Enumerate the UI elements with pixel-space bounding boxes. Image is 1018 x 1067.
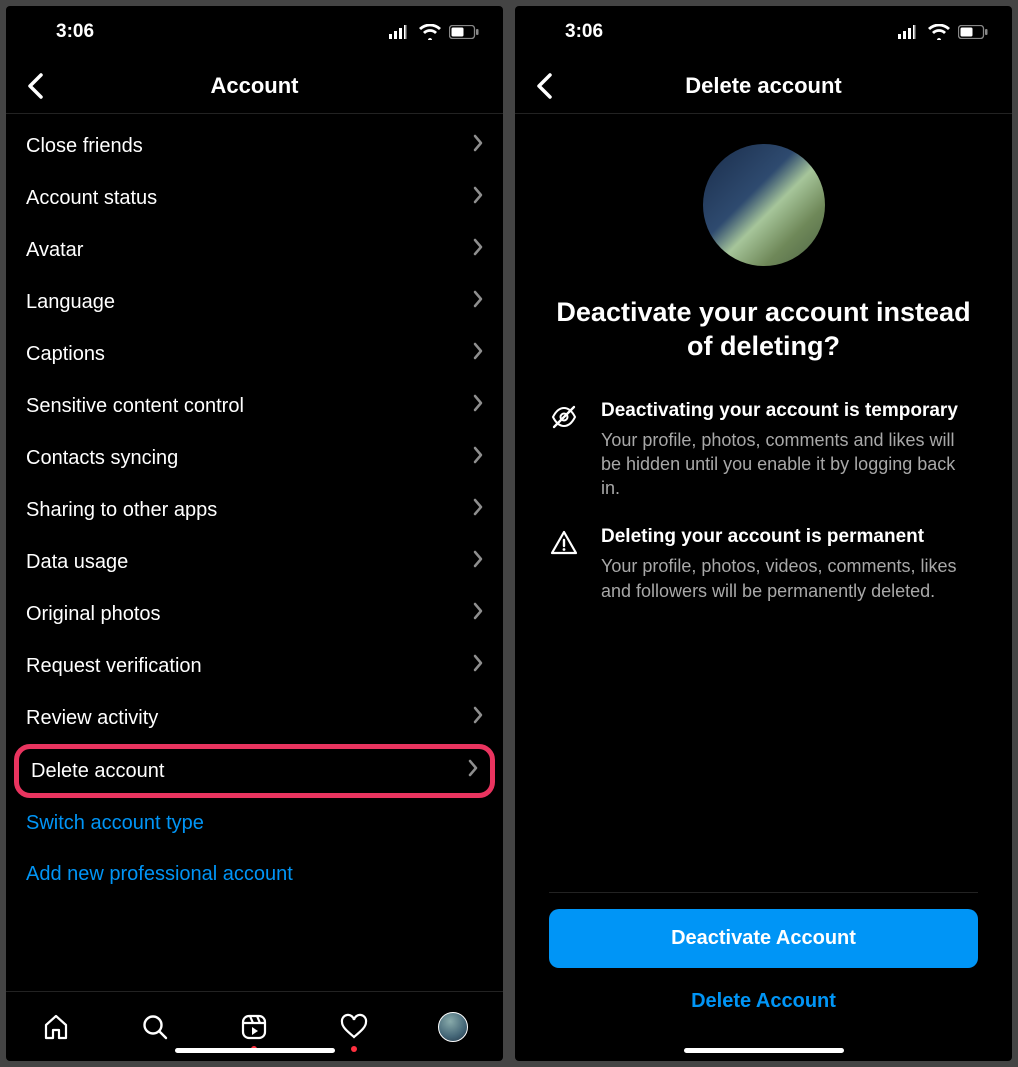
row-sharing-apps[interactable]: Sharing to other apps: [6, 484, 503, 536]
chevron-left-icon: [536, 73, 552, 99]
chevron-right-icon: [473, 238, 483, 262]
profile-avatar: [703, 144, 825, 266]
row-avatar[interactable]: Avatar: [6, 224, 503, 276]
chevron-right-icon: [473, 498, 483, 522]
settings-list[interactable]: Close friends Account status Avatar Lang…: [6, 114, 503, 991]
delete-account-button[interactable]: Delete Account: [549, 990, 978, 1013]
chevron-right-icon: [473, 654, 483, 678]
chevron-right-icon: [473, 602, 483, 626]
row-data-usage[interactable]: Data usage: [6, 536, 503, 588]
home-indicator[interactable]: [684, 1048, 844, 1053]
home-indicator[interactable]: [175, 1048, 335, 1053]
chevron-right-icon: [473, 342, 483, 366]
row-label: Language: [26, 291, 115, 314]
signal-icon: [389, 25, 411, 39]
page-title: Delete account: [685, 73, 842, 99]
info-desc: Your profile, photos, comments and likes…: [601, 428, 978, 501]
highlight-annotation: Delete account: [14, 744, 495, 798]
row-contacts-syncing[interactable]: Contacts syncing: [6, 432, 503, 484]
wifi-icon: [419, 24, 441, 40]
link-add-professional-account[interactable]: Add new professional account: [6, 849, 503, 900]
row-label: Close friends: [26, 135, 143, 158]
tab-home[interactable]: [35, 1006, 77, 1048]
deactivate-account-button[interactable]: Deactivate Account: [549, 909, 978, 968]
row-language[interactable]: Language: [6, 276, 503, 328]
info-text: Deleting your account is permanent Your …: [601, 526, 978, 603]
info-row-delete: Deleting your account is permanent Your …: [549, 526, 978, 603]
chevron-right-icon: [473, 706, 483, 730]
row-label: Sharing to other apps: [26, 499, 217, 522]
heart-icon: [340, 1013, 368, 1041]
row-sensitive-content[interactable]: Sensitive content control: [6, 380, 503, 432]
content-area: Deactivate your account instead of delet…: [515, 114, 1012, 1061]
link-switch-account-type[interactable]: Switch account type: [6, 798, 503, 849]
signal-icon: [898, 25, 920, 39]
row-request-verification[interactable]: Request verification: [6, 640, 503, 692]
status-time: 3:06: [565, 21, 603, 43]
row-label: Delete account: [31, 760, 164, 783]
row-label: Captions: [26, 343, 105, 366]
tab-search[interactable]: [134, 1006, 176, 1048]
row-captions[interactable]: Captions: [6, 328, 503, 380]
eye-off-icon: [549, 400, 581, 501]
wifi-icon: [928, 24, 950, 40]
status-bar: 3:06: [515, 6, 1012, 58]
chevron-right-icon: [473, 290, 483, 314]
tab-activity[interactable]: [333, 1006, 375, 1048]
nav-header: Delete account: [515, 58, 1012, 114]
tab-profile[interactable]: [432, 1006, 474, 1048]
reels-icon: [240, 1013, 268, 1041]
row-label: Sensitive content control: [26, 395, 244, 418]
row-close-friends[interactable]: Close friends: [6, 120, 503, 172]
chevron-right-icon: [473, 134, 483, 158]
row-label: Original photos: [26, 603, 161, 626]
chevron-right-icon: [468, 759, 478, 783]
back-button[interactable]: [529, 71, 559, 101]
notification-dot: [351, 1046, 357, 1052]
back-button[interactable]: [20, 71, 50, 101]
row-label: Request verification: [26, 655, 202, 678]
page-title: Account: [211, 73, 299, 99]
row-review-activity[interactable]: Review activity: [6, 692, 503, 744]
row-original-photos[interactable]: Original photos: [6, 588, 503, 640]
chevron-left-icon: [27, 73, 43, 99]
heading: Deactivate your account instead of delet…: [549, 296, 978, 364]
tab-reels[interactable]: [233, 1006, 275, 1048]
info-row-deactivate: Deactivating your account is temporary Y…: [549, 400, 978, 501]
battery-icon: [449, 25, 479, 39]
account-settings-screen: 3:06 Account Close friends Account statu…: [6, 6, 503, 1061]
info-desc: Your profile, photos, videos, comments, …: [601, 554, 978, 603]
avatar-icon: [438, 1012, 468, 1042]
chevron-right-icon: [473, 186, 483, 210]
status-bar: 3:06: [6, 6, 503, 58]
home-icon: [42, 1013, 70, 1041]
row-label: Review activity: [26, 707, 158, 730]
info-title: Deactivating your account is temporary: [601, 400, 978, 422]
row-label: Data usage: [26, 551, 128, 574]
row-account-status[interactable]: Account status: [6, 172, 503, 224]
row-label: Account status: [26, 187, 157, 210]
chevron-right-icon: [473, 446, 483, 470]
row-delete-account[interactable]: Delete account: [19, 749, 490, 793]
search-icon: [141, 1013, 169, 1041]
status-time: 3:06: [56, 21, 94, 43]
info-text: Deactivating your account is temporary Y…: [601, 400, 978, 501]
warning-icon: [549, 526, 581, 603]
row-label: Contacts syncing: [26, 447, 178, 470]
nav-header: Account: [6, 58, 503, 114]
info-title: Deleting your account is permanent: [601, 526, 978, 548]
chevron-right-icon: [473, 550, 483, 574]
status-icons: [389, 24, 479, 40]
bottom-actions: Deactivate Account Delete Account: [549, 892, 978, 1061]
chevron-right-icon: [473, 394, 483, 418]
row-label: Avatar: [26, 239, 83, 262]
battery-icon: [958, 25, 988, 39]
delete-account-screen: 3:06 Delete account Deactivate your acco…: [515, 6, 1012, 1061]
status-icons: [898, 24, 988, 40]
